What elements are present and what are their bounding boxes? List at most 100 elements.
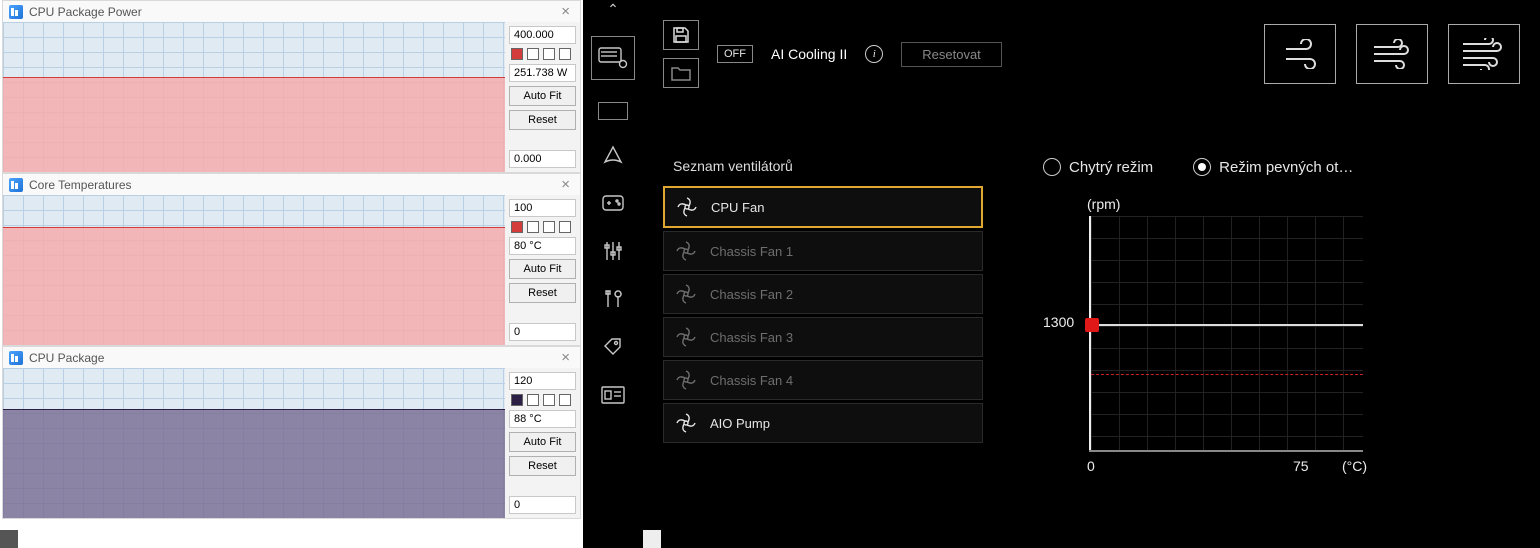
fan-item[interactable]: Chassis Fan 1 bbox=[663, 231, 983, 271]
fan-icon bbox=[676, 327, 696, 347]
top-toolbar: OFF AI Cooling II i Resetovat bbox=[663, 20, 1520, 88]
fan-item-label: Chassis Fan 4 bbox=[710, 373, 793, 388]
autofit-button[interactable]: Auto Fit bbox=[509, 86, 576, 106]
fan-icon bbox=[676, 370, 696, 390]
chart-sidebar: 120 88 °C Auto Fit Reset 0 bbox=[505, 368, 580, 518]
tools-icon[interactable] bbox=[600, 286, 626, 312]
ai-cooling-toggle[interactable]: OFF bbox=[717, 45, 753, 63]
chart-current: 251.738 W bbox=[509, 64, 576, 82]
chart-sidebar: 400.000 251.738 W Auto Fit Reset 0.000 bbox=[505, 22, 580, 172]
chart-plot[interactable] bbox=[3, 22, 505, 172]
fan-item-label: CPU Fan bbox=[711, 200, 764, 215]
chart-sidebar: 100 80 °C Auto Fit Reset 0 bbox=[505, 195, 580, 345]
close-icon[interactable]: × bbox=[557, 349, 574, 366]
chart-swatches[interactable] bbox=[509, 221, 576, 233]
rpm-chart[interactable]: (rpm) 1300 (°C) 0 75 bbox=[1043, 206, 1363, 476]
fan-icon bbox=[676, 413, 696, 433]
chart-title-text: Core Temperatures bbox=[29, 178, 132, 192]
chart-window: CPU Package Power × 400.000 251.738 W Au… bbox=[2, 0, 581, 173]
on-toggle[interactable]: ON bbox=[598, 102, 629, 120]
swatch[interactable] bbox=[559, 48, 571, 60]
chart-max: 400.000 bbox=[509, 26, 576, 44]
chart-min: 0.000 bbox=[509, 150, 576, 168]
rpm-value: 1300 bbox=[1043, 314, 1074, 330]
gamepad-icon[interactable] bbox=[600, 190, 626, 216]
swatch[interactable] bbox=[559, 394, 571, 406]
fan-item-label: AIO Pump bbox=[710, 416, 770, 431]
mode-row: Chytrý režim Režim pevných ot… bbox=[1043, 158, 1520, 176]
radio-icon bbox=[1043, 158, 1061, 176]
caret-up-icon[interactable]: ⌃ bbox=[607, 4, 619, 14]
rpm-unit-label: (rpm) bbox=[1087, 196, 1120, 212]
chart-current: 88 °C bbox=[509, 410, 576, 428]
close-icon[interactable]: × bbox=[557, 176, 574, 193]
info-icon[interactable]: i bbox=[865, 45, 883, 63]
tag-icon[interactable] bbox=[600, 334, 626, 360]
fan-profile-buttons bbox=[1264, 24, 1520, 84]
chart-icon bbox=[9, 5, 23, 19]
chart-window: CPU Package × 120 88 °C Auto Fit Reset 0 bbox=[2, 346, 581, 519]
fan-icon bbox=[676, 241, 696, 261]
on-toggle-label: ON bbox=[599, 103, 628, 119]
swatch[interactable] bbox=[543, 221, 555, 233]
fan-item[interactable]: CPU Fan bbox=[663, 186, 983, 228]
chart-min: 0 bbox=[509, 323, 576, 341]
swatch[interactable] bbox=[527, 221, 539, 233]
chart-swatches[interactable] bbox=[509, 48, 576, 60]
fan-item[interactable]: Chassis Fan 2 bbox=[663, 274, 983, 314]
mode-fixed[interactable]: Režim pevných ot… bbox=[1193, 158, 1353, 176]
swatch[interactable] bbox=[543, 394, 555, 406]
reset-button[interactable]: Reset bbox=[509, 110, 576, 130]
temp-unit-label: (°C) bbox=[1342, 458, 1367, 474]
chart-min: 0 bbox=[509, 496, 576, 514]
mode-smart[interactable]: Chytrý režim bbox=[1043, 158, 1153, 176]
fan-icon bbox=[677, 197, 697, 217]
ai-cooling-label: AI Cooling II bbox=[771, 46, 847, 62]
fan-item[interactable]: Chassis Fan 3 bbox=[663, 317, 983, 357]
chart-icon bbox=[9, 178, 23, 192]
chart-titlebar[interactable]: Core Temperatures × bbox=[3, 174, 580, 195]
hwmonitor-panel: CPU Package Power × 400.000 251.738 W Au… bbox=[0, 0, 583, 548]
reset-button[interactable]: Reset bbox=[509, 456, 576, 476]
wind-profile-mid[interactable] bbox=[1356, 24, 1428, 84]
swatch[interactable] bbox=[511, 394, 523, 406]
x-tick-0: 0 bbox=[1087, 458, 1095, 474]
chart-titlebar[interactable]: CPU Package Power × bbox=[3, 1, 580, 22]
off-toggle-label: OFF bbox=[718, 46, 752, 62]
triangle-icon[interactable] bbox=[600, 142, 626, 168]
id-card-icon[interactable] bbox=[600, 382, 626, 408]
close-icon[interactable]: × bbox=[557, 3, 574, 20]
fan-icon bbox=[676, 284, 696, 304]
rpm-drag-handle[interactable] bbox=[1085, 318, 1099, 332]
chart-icon bbox=[9, 351, 23, 365]
fan-item-label: Chassis Fan 3 bbox=[710, 330, 793, 345]
rpm-fixed-line bbox=[1091, 324, 1363, 326]
fan-item-label: Chassis Fan 2 bbox=[710, 287, 793, 302]
autofit-button[interactable]: Auto Fit bbox=[509, 432, 576, 452]
autofit-button[interactable]: Auto Fit bbox=[509, 259, 576, 279]
swatch[interactable] bbox=[527, 48, 539, 60]
chart-swatches[interactable] bbox=[509, 394, 576, 406]
chart-title-text: CPU Package bbox=[29, 351, 104, 365]
fan-item[interactable]: Chassis Fan 4 bbox=[663, 360, 983, 400]
fan-item[interactable]: AIO Pump bbox=[663, 403, 983, 443]
sliders-icon[interactable] bbox=[600, 238, 626, 264]
chart-max: 100 bbox=[509, 199, 576, 217]
swatch[interactable] bbox=[527, 394, 539, 406]
chart-plot[interactable] bbox=[3, 368, 505, 518]
open-button[interactable] bbox=[663, 58, 699, 88]
reset-button[interactable]: Reset bbox=[509, 283, 576, 303]
wind-profile-high[interactable] bbox=[1448, 24, 1520, 84]
swatch[interactable] bbox=[559, 221, 571, 233]
swatch[interactable] bbox=[511, 48, 523, 60]
keyboard-icon[interactable] bbox=[591, 36, 635, 80]
chart-plot[interactable] bbox=[3, 195, 505, 345]
save-button[interactable] bbox=[663, 20, 699, 50]
chart-titlebar[interactable]: CPU Package × bbox=[3, 347, 580, 368]
chart-current: 80 °C bbox=[509, 237, 576, 255]
reset-button[interactable]: Resetovat bbox=[901, 42, 1002, 67]
x-tick-75: 75 bbox=[1293, 458, 1309, 474]
swatch[interactable] bbox=[511, 221, 523, 233]
wind-profile-low[interactable] bbox=[1264, 24, 1336, 84]
swatch[interactable] bbox=[543, 48, 555, 60]
